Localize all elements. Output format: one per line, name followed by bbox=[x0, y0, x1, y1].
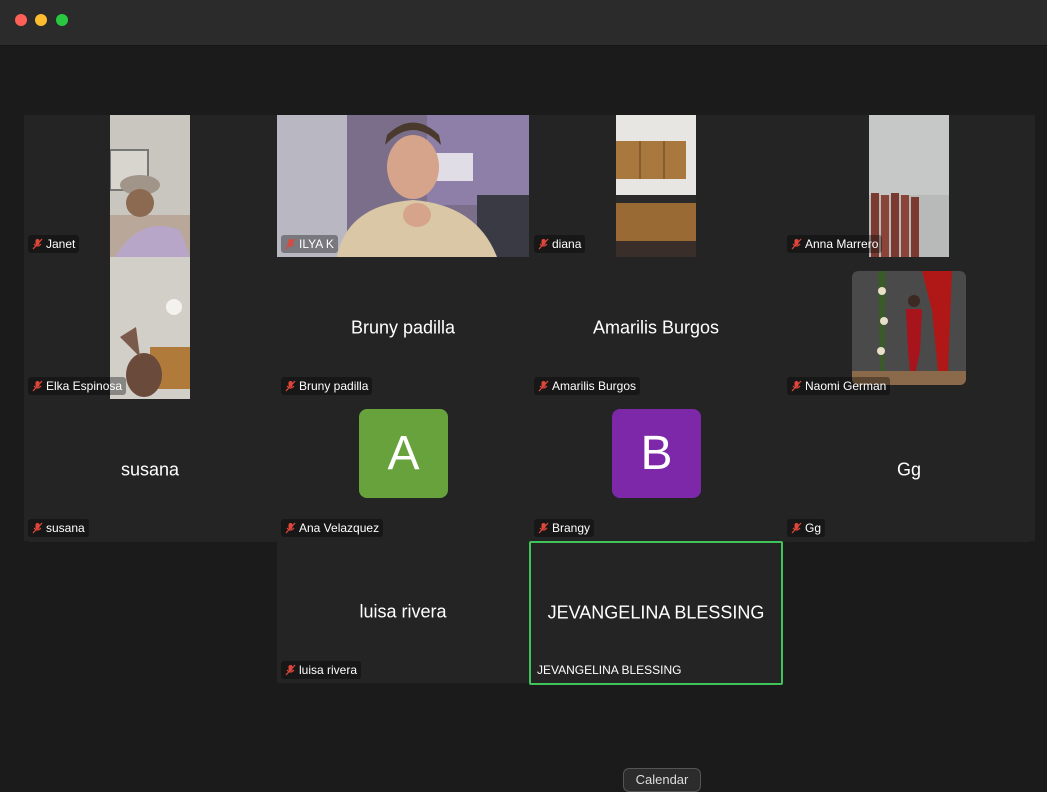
participant-tile-bruny-padilla[interactable]: Bruny padilla Bruny padilla bbox=[277, 257, 529, 399]
participant-display-name: Amarilis Burgos bbox=[592, 317, 720, 338]
participant-tile-amarilis-burgos[interactable]: Amarilis Burgos Amarilis Burgos bbox=[530, 257, 782, 399]
mic-muted-icon bbox=[791, 522, 802, 534]
participant-tile-janet[interactable]: Janet bbox=[24, 115, 276, 257]
participant-tile-naomi-german[interactable]: Naomi German bbox=[783, 257, 1035, 399]
participant-tile-ilya-k[interactable]: ILYA K bbox=[277, 115, 529, 257]
participant-tile-susana[interactable]: susana susana bbox=[24, 399, 276, 541]
participant-label: Gg bbox=[787, 519, 826, 537]
participant-video bbox=[852, 271, 966, 385]
participant-display-name: JEVANGELINA BLESSING bbox=[547, 602, 765, 623]
participant-label: JEVANGELINA BLESSING bbox=[533, 661, 686, 679]
participant-label: susana bbox=[28, 519, 89, 537]
participant-name: Amarilis Burgos bbox=[552, 379, 637, 393]
participant-label: Ana Velazquez bbox=[281, 519, 384, 537]
participant-video bbox=[110, 115, 190, 257]
participant-display-name: Gg bbox=[896, 459, 921, 480]
participant-tile-luisa-rivera[interactable]: luisa rivera luisa rivera bbox=[277, 541, 529, 683]
mic-muted-icon bbox=[32, 238, 43, 250]
participant-name: Janet bbox=[46, 237, 76, 251]
participant-name: Gg bbox=[805, 521, 822, 535]
window-titlebar bbox=[0, 0, 1047, 46]
participant-display-name: Bruny padilla bbox=[350, 317, 456, 338]
mic-muted-icon bbox=[32, 522, 43, 534]
participant-name: Anna Marrero bbox=[805, 237, 879, 251]
participant-label: Elka Espinosa bbox=[28, 377, 127, 395]
participant-label: diana bbox=[534, 235, 586, 253]
participant-name: diana bbox=[552, 237, 582, 251]
participant-label: ILYA K bbox=[281, 235, 338, 253]
participant-tile-jevangelina-blessing[interactable]: JEVANGELINA BLESSING JEVANGELINA BLESSIN… bbox=[529, 541, 783, 685]
participant-avatar: B bbox=[612, 409, 701, 498]
participant-label: Naomi German bbox=[787, 377, 891, 395]
window-minimize-button[interactable] bbox=[35, 14, 47, 26]
calendar-tooltip: Calendar bbox=[623, 768, 701, 792]
participant-label: Bruny padilla bbox=[281, 377, 373, 395]
participant-name: Brangy bbox=[552, 521, 591, 535]
participant-name: luisa rivera bbox=[299, 663, 358, 677]
mic-muted-icon bbox=[791, 380, 802, 392]
participant-video bbox=[616, 115, 696, 257]
mic-muted-icon bbox=[538, 522, 549, 534]
participant-label: Brangy bbox=[534, 519, 595, 537]
participant-name: JEVANGELINA BLESSING bbox=[537, 663, 682, 677]
window-maximize-button[interactable] bbox=[56, 14, 68, 26]
mic-muted-icon bbox=[285, 522, 296, 534]
participant-name: Bruny padilla bbox=[299, 379, 369, 393]
mic-muted-icon bbox=[285, 238, 296, 250]
mic-muted-icon bbox=[285, 664, 296, 676]
participant-tile-ana-velazquez[interactable]: A Ana Velazquez bbox=[277, 399, 529, 541]
window-close-button[interactable] bbox=[15, 14, 27, 26]
participant-tile-elka-espinosa[interactable]: Elka Espinosa bbox=[24, 257, 276, 399]
participant-tile-anna-marrero[interactable]: Anna Marrero bbox=[783, 115, 1035, 257]
participant-display-name: susana bbox=[120, 459, 180, 480]
participant-tile-diana[interactable]: diana bbox=[530, 115, 782, 257]
participant-tile-brangy[interactable]: B Brangy bbox=[530, 399, 782, 541]
participant-name: Elka Espinosa bbox=[46, 379, 123, 393]
mic-muted-icon bbox=[538, 380, 549, 392]
participant-name: ILYA K bbox=[299, 237, 334, 251]
mic-muted-icon bbox=[538, 238, 549, 250]
participant-label: luisa rivera bbox=[281, 661, 362, 679]
participant-label: Janet bbox=[28, 235, 80, 253]
mic-muted-icon bbox=[285, 380, 296, 392]
participant-name: Ana Velazquez bbox=[299, 521, 380, 535]
participant-label: Amarilis Burgos bbox=[534, 377, 641, 395]
participant-display-name: luisa rivera bbox=[359, 601, 447, 622]
participant-name: Naomi German bbox=[805, 379, 887, 393]
participant-name: susana bbox=[46, 521, 85, 535]
participant-tile-gg[interactable]: Gg Gg bbox=[783, 399, 1035, 541]
mic-muted-icon bbox=[791, 238, 802, 250]
participant-avatar: A bbox=[359, 409, 448, 498]
mic-muted-icon bbox=[32, 380, 43, 392]
participant-label: Anna Marrero bbox=[787, 235, 883, 253]
